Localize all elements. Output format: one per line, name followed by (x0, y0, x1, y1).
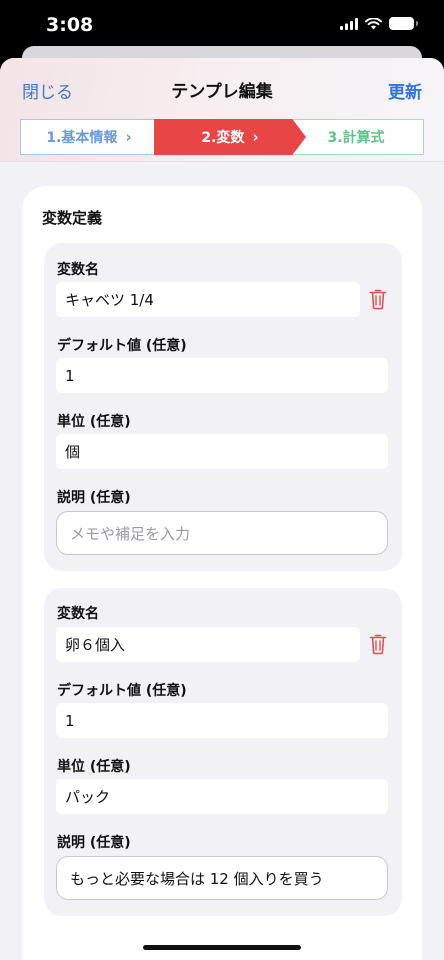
step-basic-info[interactable]: 1.基本情報 › (20, 119, 158, 155)
section-title: 変数定義 (42, 209, 103, 227)
variable-name-input[interactable]: キャベツ 1/4 (56, 282, 360, 317)
unit-label: 単位 (任意) (57, 759, 131, 775)
trash-icon[interactable] (369, 288, 387, 310)
description-label: 説明 (任意) (57, 490, 131, 506)
home-indicator[interactable] (143, 945, 301, 950)
update-button[interactable]: 更新 (388, 78, 422, 103)
default-value-label: デフォルト値 (任意) (57, 683, 187, 699)
battery-icon (389, 17, 418, 30)
step-label: 3.計算式 (327, 130, 385, 146)
default-value-input[interactable]: 1 (56, 703, 388, 738)
description-input[interactable]: もっと必要な場合は 12 個入りを買う (56, 856, 388, 900)
variable-name-input[interactable]: 卵６個入 (56, 627, 360, 662)
chevron-right-icon: › (252, 128, 259, 146)
default-value-label: デフォルト値 (任意) (57, 338, 187, 354)
page-title: テンプレ編集 (171, 82, 273, 102)
status-bar: 3:08 (0, 0, 444, 52)
edit-sheet: 閉じる テンプレ編集 更新 1.基本情報 › 3.計算式 2.変数 › 変数定義… (0, 58, 444, 960)
nav-header: 閉じる テンプレ編集 更新 1.基本情報 › 3.計算式 2.変数 › (0, 58, 444, 162)
step-variables[interactable]: 2.変数 › (154, 119, 306, 155)
variable-item: 変数名 卵６個入 デフォルト値 (任意) 1 単位 (任意) パック 説明 (任… (44, 588, 402, 916)
description-label: 説明 (任意) (57, 835, 131, 851)
unit-label: 単位 (任意) (57, 414, 131, 430)
variable-definition-card: 変数定義 変数名 キャベツ 1/4 デフォルト値 (任意) 1 単位 (任意) … (22, 186, 422, 960)
status-icons (340, 17, 418, 30)
default-value-input[interactable]: 1 (56, 358, 388, 393)
variable-name-label: 変数名 (57, 262, 99, 278)
variable-name-label: 変数名 (57, 606, 99, 622)
variable-item: 変数名 キャベツ 1/4 デフォルト値 (任意) 1 単位 (任意) 個 説明 … (44, 243, 402, 571)
unit-input[interactable]: 個 (56, 434, 388, 469)
signal-icon (340, 17, 358, 30)
step-indicator: 1.基本情報 › 3.計算式 2.変数 › (20, 119, 424, 155)
description-input[interactable]: メモや補足を入力 (56, 511, 388, 555)
step-label: 2.変数 (201, 130, 245, 146)
status-time: 3:08 (46, 14, 94, 36)
chevron-right-icon: › (125, 128, 132, 146)
step-formula[interactable]: 3.計算式 (288, 119, 424, 155)
step-label: 1.基本情報 (46, 130, 118, 146)
unit-input[interactable]: パック (56, 779, 388, 814)
wifi-icon (365, 17, 382, 29)
trash-icon[interactable] (369, 633, 387, 655)
